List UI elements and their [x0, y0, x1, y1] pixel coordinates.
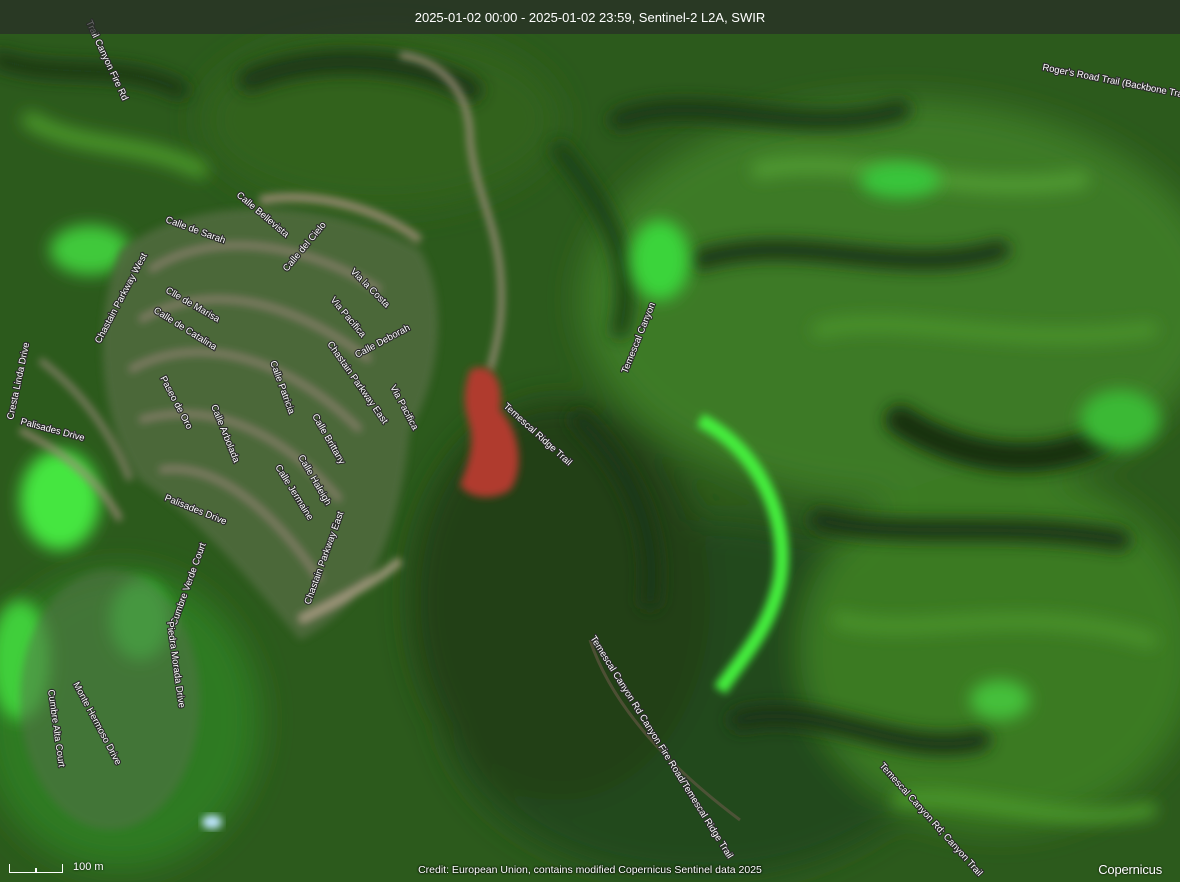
- credit-text: Credit: European Union, contains modifie…: [418, 864, 762, 876]
- pool: [202, 815, 222, 829]
- satellite-map[interactable]: Roger's Road Trail (Backbone Trail Trail…: [0, 0, 1180, 882]
- copernicus-logo: Copernicus: [1098, 862, 1162, 877]
- header-title: 2025-01-02 00:00 - 2025-01-02 23:59, Sen…: [414, 9, 766, 25]
- header-bar: 2025-01-02 00:00 - 2025-01-02 23:59, Sen…: [0, 0, 1180, 34]
